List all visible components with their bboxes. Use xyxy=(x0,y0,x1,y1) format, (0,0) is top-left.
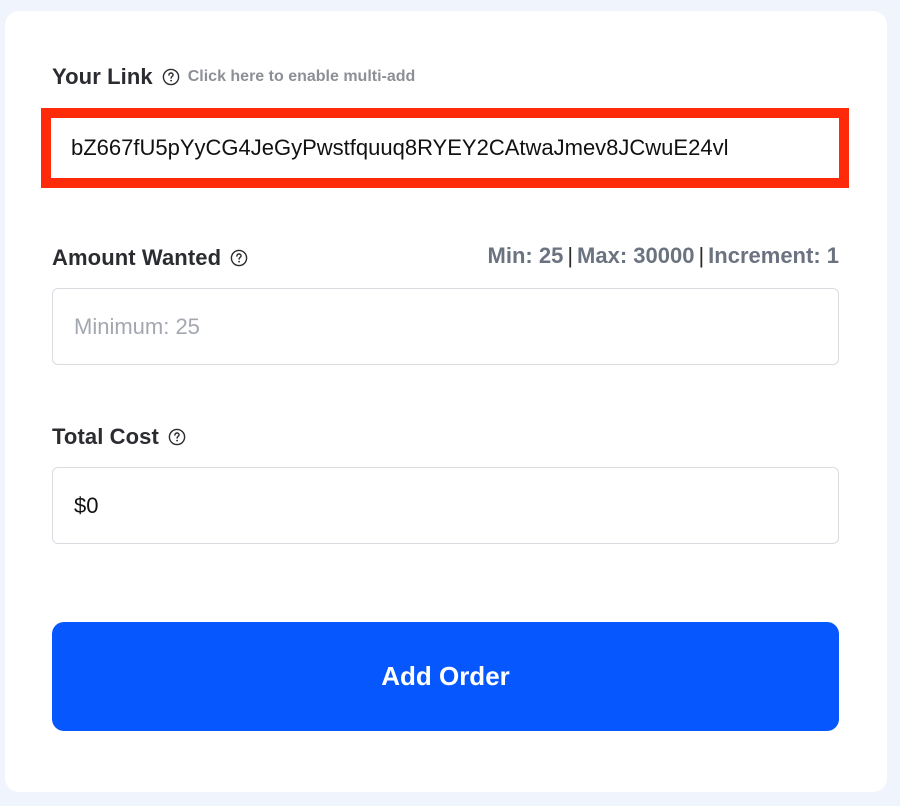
amount-input[interactable] xyxy=(53,289,838,364)
amount-min: Min: 25 xyxy=(487,243,564,268)
link-input-highlight: bZ667fU5pYyCG4JeGyPwstfquuq8RYEY2CAtwaJm… xyxy=(41,108,849,188)
link-input[interactable]: bZ667fU5pYyCG4JeGyPwstfquuq8RYEY2CAtwaJm… xyxy=(51,118,839,178)
question-circle-icon[interactable] xyxy=(162,68,180,86)
total-cost-label: Total Cost xyxy=(52,424,159,449)
limits-separator: | xyxy=(698,243,705,268)
total-cost-field xyxy=(52,467,839,544)
question-circle-icon[interactable] xyxy=(230,249,248,267)
amount-label: Amount Wanted xyxy=(52,245,222,270)
link-input-value: bZ667fU5pYyCG4JeGyPwstfquuq8RYEY2CAtwaJm… xyxy=(71,135,729,160)
total-label-row: Total Cost xyxy=(52,424,186,450)
question-circle-icon[interactable] xyxy=(168,428,186,446)
add-order-button[interactable]: Add Order xyxy=(52,622,839,731)
link-label: Your Link xyxy=(52,64,153,89)
enable-multi-add-link[interactable]: Click here to enable multi-add xyxy=(188,68,416,86)
limits-separator: | xyxy=(567,243,574,268)
amount-field xyxy=(52,288,839,365)
total-cost-input[interactable] xyxy=(53,468,838,543)
amount-increment: Increment: 1 xyxy=(708,243,839,268)
amount-label-row: Amount Wanted xyxy=(52,245,248,271)
link-label-row: Your Link Click here to enable multi-add xyxy=(52,64,415,90)
amount-limits: Min: 25 | Max: 30000 | Increment: 1 xyxy=(488,243,839,269)
amount-max: Max: 30000 xyxy=(577,243,695,268)
